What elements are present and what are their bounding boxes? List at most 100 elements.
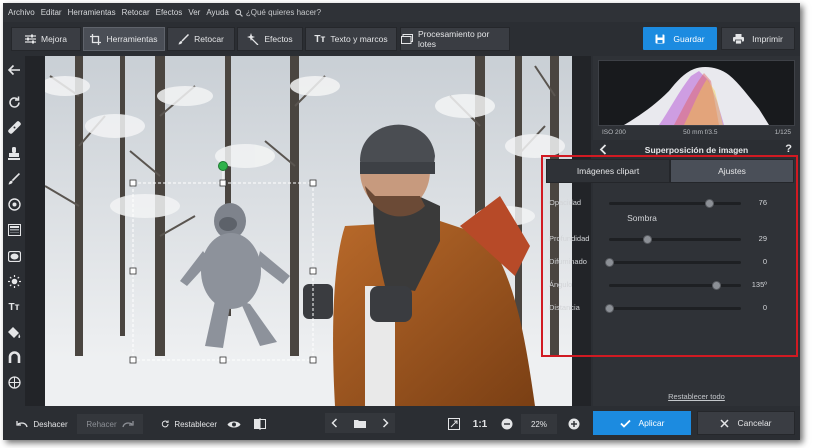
globe-tool[interactable] (6, 374, 22, 390)
chevron-right-icon[interactable] (382, 418, 389, 428)
menu-search[interactable]: ¿Qué quieres hacer? (235, 8, 327, 17)
brush-icon (8, 173, 20, 185)
rotate-tool[interactable] (6, 94, 22, 110)
light-tool[interactable] (6, 273, 22, 289)
zoom-field[interactable]: 22% (521, 414, 557, 434)
lens-value: 50 mm f/3.5 (683, 128, 718, 136)
cancel-button[interactable]: Cancelar (697, 411, 795, 435)
redo-button[interactable]: Rehacer (77, 414, 143, 434)
magnet-icon (8, 350, 20, 363)
globe-icon (7, 375, 21, 389)
panel-title: Superposición de imagen (644, 145, 749, 155)
brush-icon (178, 33, 190, 44)
paint-bucket-icon (7, 326, 20, 338)
gradient-icon (7, 224, 21, 236)
tab-retocar[interactable]: Retocar (167, 27, 235, 51)
brush-tool[interactable] (6, 171, 22, 187)
sliders-icon (25, 34, 36, 44)
sun-icon (7, 274, 21, 288)
left-toolbar: Tт (3, 56, 25, 406)
highlight-frame (541, 155, 798, 357)
restore-label: Restablecer (174, 419, 217, 429)
magnet-tool[interactable] (6, 349, 22, 365)
app-window: Archivo Editar Herramientas Retocar Efec… (3, 3, 800, 440)
menu-ver[interactable]: Ver (188, 8, 200, 17)
print-label: Imprimir (752, 33, 783, 44)
batch-icon (401, 34, 413, 44)
chevron-left-icon[interactable] (331, 418, 338, 428)
menu-bar: Archivo Editar Herramientas Retocar Efec… (3, 3, 800, 22)
radial-tool[interactable] (6, 196, 22, 212)
tab-procesamiento-label: Procesamiento por lotes (418, 29, 490, 49)
rotate-icon (8, 96, 20, 108)
floppy-icon (655, 34, 665, 43)
chevron-left-icon[interactable] (599, 144, 607, 155)
fit-button[interactable] (445, 414, 463, 434)
iso-value: ISO 200 (602, 128, 626, 136)
image-nav-group (325, 413, 395, 433)
tab-efectos[interactable]: Efectos (237, 27, 303, 51)
menu-retocar[interactable]: Retocar (122, 8, 150, 17)
gradient-tool[interactable] (6, 222, 22, 238)
text-icon: Tт (8, 301, 20, 313)
help-button[interactable]: ? (785, 143, 792, 155)
tab-procesamiento[interactable]: Procesamiento por lotes (400, 27, 510, 51)
fill-tool[interactable] (6, 324, 22, 340)
restore-button[interactable]: Restablecer (161, 414, 217, 434)
tab-retocar-label: Retocar (194, 34, 224, 44)
snow-forest-image (45, 56, 572, 406)
menu-ayuda[interactable]: Ayuda (206, 8, 229, 17)
bandage-icon (7, 120, 21, 134)
text-tool[interactable]: Tт (6, 299, 22, 315)
menu-editar[interactable]: Editar (41, 8, 62, 17)
zoom-in-button[interactable] (566, 414, 582, 434)
folder-icon[interactable] (353, 419, 366, 428)
redo-label: Rehacer (86, 419, 117, 429)
tab-mejora[interactable]: Mejora (11, 27, 81, 51)
restore-icon (161, 420, 169, 428)
photo-preview[interactable] (45, 56, 572, 406)
menu-herramientas[interactable]: Herramientas (68, 8, 116, 17)
save-button[interactable]: Guardar (643, 27, 717, 50)
text-icon: Tт (314, 33, 326, 45)
apply-button[interactable]: Aplicar (593, 411, 691, 435)
undo-button[interactable]: Deshacer (11, 414, 73, 434)
search-icon (235, 8, 243, 17)
heal-tool[interactable] (6, 119, 22, 135)
shutter-value: 1/125 (774, 128, 791, 136)
zoom-out-button[interactable] (499, 414, 515, 434)
canvas-area (25, 56, 591, 406)
printer-icon (733, 33, 745, 44)
clone-tool[interactable] (6, 145, 22, 161)
menu-efectos[interactable]: Efectos (156, 8, 183, 17)
tab-herramientas-label: Herramientas (106, 34, 158, 44)
apply-label: Aplicar (638, 418, 665, 428)
tab-herramientas[interactable]: Herramientas (83, 27, 165, 51)
eye-icon (227, 421, 241, 427)
search-placeholder: ¿Qué quieres hacer? (245, 8, 322, 17)
reset-all-link[interactable]: Restablecer todo (593, 392, 800, 401)
check-icon (619, 419, 631, 428)
menu-archivo[interactable]: Archivo (8, 8, 35, 17)
compare-button[interactable] (251, 414, 269, 434)
arrow-left-icon (7, 64, 20, 76)
actual-size-button[interactable]: 1:1 (469, 414, 491, 434)
compare-icon (254, 418, 266, 430)
plus-circle-icon (568, 418, 580, 430)
back-button[interactable] (6, 62, 22, 78)
preview-button[interactable] (225, 414, 243, 434)
vignette-icon (7, 250, 21, 262)
redo-icon (121, 421, 134, 428)
print-button[interactable]: Imprimir (721, 27, 795, 50)
tab-texto-label: Texto y marcos (330, 34, 388, 44)
minus-circle-icon (501, 418, 513, 430)
tab-texto-marcos[interactable]: Tт Texto y marcos (305, 27, 397, 51)
crop-icon (90, 33, 102, 45)
save-label: Guardar (673, 33, 705, 44)
vignette-tool[interactable] (6, 248, 22, 264)
tab-efectos-label: Efectos (264, 34, 293, 44)
cancel-label: Cancelar (737, 418, 772, 428)
histogram (598, 60, 795, 126)
fit-screen-icon (448, 418, 460, 430)
histogram-info: ISO 200 50 mm f/3.5 1/125 (598, 126, 795, 138)
